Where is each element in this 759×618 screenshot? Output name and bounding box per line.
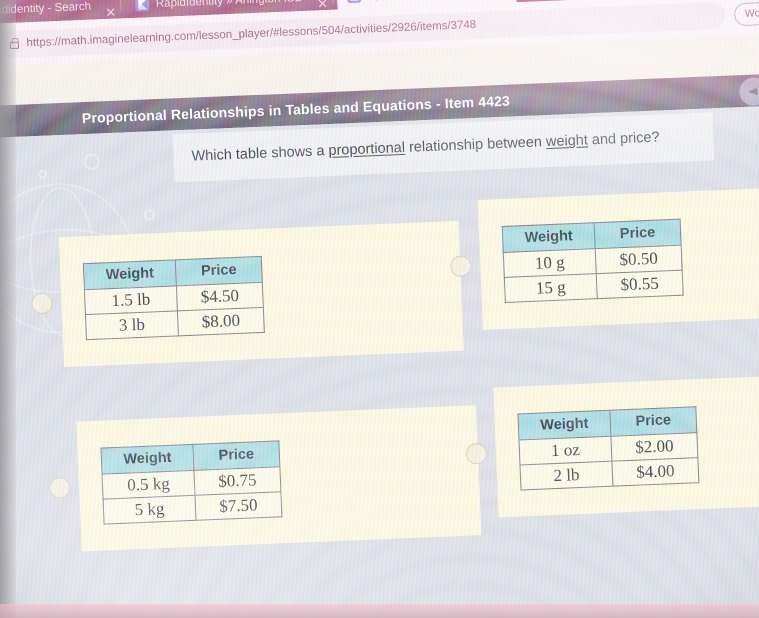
radio-button-b[interactable] (449, 254, 472, 277)
radio-button-c[interactable] (48, 476, 71, 499)
decorative-dot-icon (83, 153, 101, 171)
column-header-price: Price (175, 255, 263, 286)
url-text: https://math.imaginelearning.com/lesson_… (26, 18, 477, 50)
browser-tab-label: Applications | RapidIdentity (367, 0, 506, 1)
browser-window: rapididentity - Search ✕ RapidIdentity »… (0, 0, 759, 618)
cell-weight: 5 kg (103, 494, 196, 524)
cell-weight: 10 g (503, 248, 597, 277)
audio-play-button[interactable] (738, 77, 759, 107)
answer-option-d[interactable]: Weight Price 1 oz $2.00 2 lb $4.00 (465, 373, 759, 518)
decorative-dot-icon (143, 209, 156, 221)
answer-option-a[interactable]: Weight Price 1.5 lb $4.50 3 lb $8.00 (31, 220, 464, 368)
radio-button-d[interactable] (465, 442, 488, 465)
cell-price: $4.00 (611, 457, 699, 486)
rapididentity-favicon (134, 0, 150, 12)
cell-price: $7.50 (194, 491, 282, 520)
cell-price: $2.00 (610, 432, 698, 461)
cell-price: $0.55 (596, 269, 684, 299)
cell-weight: 1 oz (518, 435, 612, 465)
answer-table-c: Weight Price 0.5 kg $0.75 5 kg $7.50 (100, 439, 283, 525)
column-header-weight: Weight (100, 443, 194, 474)
answer-option-b[interactable]: Weight Price 10 g $0.50 15 g $0.55 (449, 186, 759, 330)
glossary-link-weight[interactable]: weight (546, 133, 589, 151)
column-header-price: Price (609, 406, 697, 436)
answer-table-b: Weight Price 10 g $0.50 15 g $0.55 (501, 218, 684, 303)
answer-table-d: Weight Price 1 oz $2.00 2 lb $4.00 (517, 405, 700, 490)
screen-photograph: rapididentity - Search ✕ RapidIdentity »… (0, 0, 759, 618)
cell-price: $4.50 (176, 281, 264, 311)
answer-option-c[interactable]: Weight Price 0.5 kg $0.75 5 kg $7.50 (48, 405, 482, 552)
decorative-dot-icon (38, 169, 48, 179)
cell-weight: 0.5 kg (102, 469, 195, 499)
column-header-price: Price (594, 218, 682, 249)
question-prefix: Which table shows a (191, 143, 329, 165)
cell-price: $8.00 (177, 306, 265, 336)
monitor-bezel-left (0, 0, 16, 618)
profile-label: Work (744, 6, 759, 20)
cell-weight: 1.5 lb (84, 285, 178, 315)
column-header-weight: Weight (517, 409, 611, 440)
glossary-link-proportional[interactable]: proportional (328, 140, 405, 159)
speaker-icon (749, 87, 757, 95)
question-text: Which table shows a proportional relatio… (191, 129, 660, 168)
question-suffix: and price? (587, 129, 660, 149)
column-header-weight: Weight (83, 259, 177, 290)
radio-button-a[interactable] (31, 292, 53, 314)
column-header-price: Price (192, 440, 280, 470)
question-middle: relationship between (404, 134, 547, 157)
cell-weight: 2 lb (519, 460, 613, 490)
cell-price: $0.50 (595, 244, 683, 274)
answer-options-grid: Weight Price 1.5 lb $4.50 3 lb $8.00 Wei… (0, 186, 759, 611)
cell-weight: 3 lb (85, 310, 179, 340)
tab-divider (331, 0, 333, 3)
answer-table-a: Weight Price 1.5 lb $4.50 3 lb $8.00 (82, 255, 265, 340)
browser-tab-label: RapidIdentity » Arlington ISD (155, 0, 304, 10)
cell-price: $0.75 (193, 466, 281, 495)
tab-divider (119, 0, 122, 12)
column-header-weight: Weight (502, 222, 596, 252)
monitor-bezel-bottom (0, 604, 759, 618)
lesson-content: Which table shows a proportional relatio… (0, 104, 759, 618)
rapididentity-favicon (346, 0, 361, 3)
cell-weight: 15 g (504, 273, 598, 302)
profile-pill[interactable]: Work (733, 0, 759, 26)
